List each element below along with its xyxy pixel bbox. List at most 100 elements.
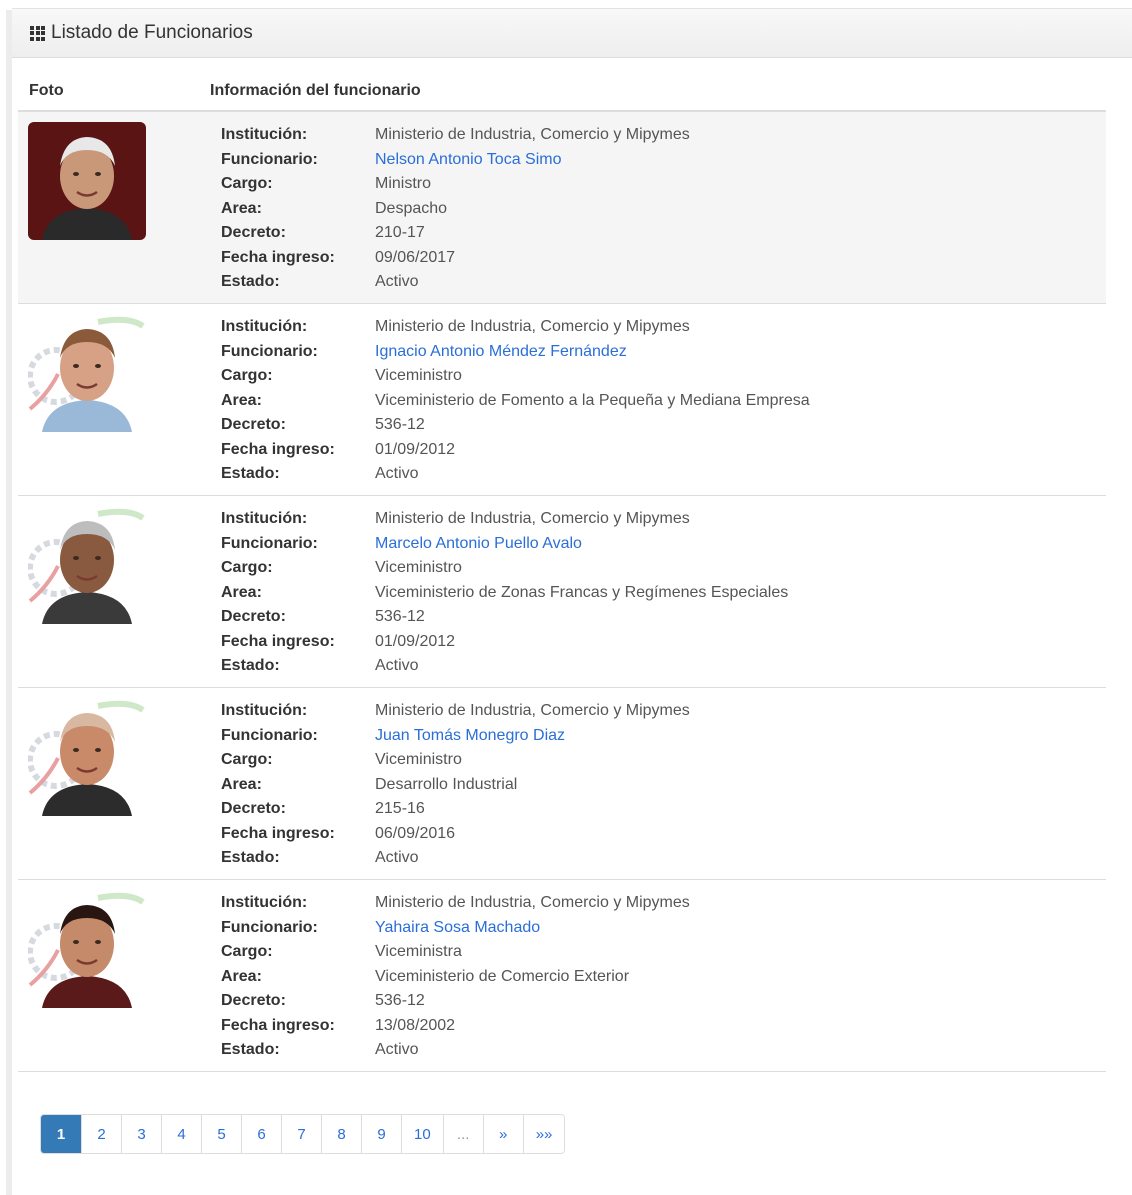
field-value: Viceministra [375, 943, 462, 961]
photo-cell [18, 496, 221, 687]
official-name-link[interactable]: Juan Tomás Monegro Diaz [375, 727, 565, 745]
field-area: Area: Viceministerio de Fomento a la Pequ… [221, 389, 810, 414]
field-estado: Estado: Activo [221, 270, 690, 295]
official-name-link[interactable]: Ignacio Antonio Méndez Fernández [375, 343, 627, 361]
table-row: Institución: Ministerio de Industria, Com… [18, 304, 1106, 496]
field-label: Estado: [221, 1041, 280, 1059]
field-fecha: Fecha ingreso: 06/09/2016 [221, 822, 690, 847]
field-label: Institución: [221, 318, 308, 336]
official-photo [28, 890, 146, 1008]
page-1-button[interactable]: 1 [41, 1115, 81, 1153]
field-institucion: Institución: Ministerio de Industria, Com… [221, 315, 810, 340]
page-5-button[interactable]: 5 [201, 1115, 241, 1153]
field-label: Area: [221, 391, 262, 409]
field-funcionario: Funcionario: Yahaira Sosa Machado [221, 916, 690, 941]
page-6-button[interactable]: 6 [241, 1115, 281, 1153]
official-photo [28, 314, 146, 432]
page-9-button[interactable]: 9 [361, 1115, 401, 1153]
field-value: Activo [375, 1041, 419, 1059]
field-value: Activo [375, 465, 419, 483]
field-value: Ministerio de Industria, Comercio y Mipy… [375, 894, 690, 912]
panel-heading: Listado de Funcionarios [12, 9, 1132, 58]
grid-icon [30, 25, 45, 41]
official-photo [28, 122, 146, 240]
field-label: Decreto: [221, 800, 286, 818]
field-decreto: Decreto: 536-12 [221, 605, 788, 630]
field-cargo: Cargo: Viceministro [221, 556, 788, 581]
official-name-link[interactable]: Yahaira Sosa Machado [375, 919, 540, 937]
field-value: Ministerio de Industria, Comercio y Mipy… [375, 510, 690, 528]
official-photo [28, 506, 146, 624]
field-label: Funcionario: [221, 726, 318, 744]
field-label: Cargo: [221, 751, 273, 769]
field-label: Fecha ingreso: [221, 1016, 335, 1034]
page-10-button[interactable]: 10 [401, 1115, 443, 1153]
field-label: Funcionario: [221, 918, 318, 936]
field-label: Fecha ingreso: [221, 824, 335, 842]
field-value: Viceministro [375, 559, 462, 577]
field-value: Activo [375, 657, 419, 675]
field-label: Cargo: [221, 367, 273, 385]
header-info: Información del funcionario [210, 82, 421, 99]
table-row: Institución: Ministerio de Industria, Com… [18, 880, 1106, 1072]
field-label: Fecha ingreso: [221, 440, 335, 458]
photo-cell [18, 304, 221, 495]
field-label: Area: [221, 199, 262, 217]
last-page-button[interactable]: »» [522, 1115, 565, 1153]
field-label: Estado: [221, 657, 280, 675]
info-cell: Institución: Ministerio de Industria, Com… [221, 496, 788, 687]
photo-cell [18, 112, 221, 303]
page-3-button[interactable]: 3 [121, 1115, 161, 1153]
field-label: Area: [221, 583, 262, 601]
field-value: Ministro [375, 175, 432, 193]
official-name-link[interactable]: Nelson Antonio Toca Simo [375, 151, 561, 169]
field-label: Decreto: [221, 992, 286, 1010]
field-cargo: Cargo: Viceministro [221, 748, 690, 773]
field-cargo: Cargo: Ministro [221, 172, 690, 197]
field-value: Viceministerio de Zonas Francas y Regíme… [375, 583, 789, 601]
field-decreto: Decreto: 536-12 [221, 989, 690, 1014]
field-funcionario: Funcionario: Marcelo Antonio Puello Avalo [221, 532, 788, 557]
field-institucion: Institución: Ministerio de Industria, Com… [221, 891, 690, 916]
field-label: Funcionario: [221, 150, 318, 168]
field-value: 13/08/2002 [375, 1016, 456, 1034]
field-value: 210-17 [375, 224, 425, 242]
next-page-button[interactable]: » [482, 1115, 523, 1153]
page-8-button[interactable]: 8 [321, 1115, 361, 1153]
info-cell: Institución: Ministerio de Industria, Com… [221, 688, 690, 879]
field-funcionario: Funcionario: Ignacio Antonio Méndez Ferná… [221, 340, 810, 365]
official-name-link[interactable]: Marcelo Antonio Puello Avalo [375, 535, 582, 553]
field-area: Area: Viceministerio de Comercio Exterior [221, 965, 690, 990]
field-value: 06/09/2016 [375, 824, 456, 842]
field-decreto: Decreto: 210-17 [221, 221, 690, 246]
field-label: Decreto: [221, 608, 286, 626]
field-cargo: Cargo: Viceministro [221, 364, 810, 389]
field-cargo: Cargo: Viceministra [221, 940, 690, 965]
field-value: Viceministro [375, 367, 462, 385]
page-2-button[interactable]: 2 [81, 1115, 121, 1153]
field-label: Funcionario: [221, 342, 318, 360]
page-ellipsis: ... [442, 1115, 483, 1153]
field-label: Cargo: [221, 175, 273, 193]
field-funcionario: Funcionario: Juan Tomás Monegro Diaz [221, 724, 690, 749]
field-fecha: Fecha ingreso: 13/08/2002 [221, 1014, 690, 1039]
field-fecha: Fecha ingreso: 01/09/2012 [221, 630, 788, 655]
field-value: 215-16 [375, 800, 425, 818]
official-photo [28, 698, 146, 816]
field-value: Viceministro [375, 751, 462, 769]
field-value: 09/06/2017 [375, 248, 456, 266]
field-decreto: Decreto: 536-12 [221, 413, 810, 438]
field-value: Activo [375, 273, 419, 291]
field-label: Cargo: [221, 559, 273, 577]
page-4-button[interactable]: 4 [161, 1115, 201, 1153]
field-label: Fecha ingreso: [221, 632, 335, 650]
field-label: Institución: [221, 510, 308, 528]
field-label: Estado: [221, 465, 280, 483]
field-label: Institución: [221, 702, 308, 720]
field-value: Activo [375, 849, 419, 867]
photo-cell [18, 880, 221, 1071]
field-value: Ministerio de Industria, Comercio y Mipy… [375, 126, 690, 144]
photo-cell [18, 688, 221, 879]
field-fecha: Fecha ingreso: 01/09/2012 [221, 438, 810, 463]
page-7-button[interactable]: 7 [281, 1115, 321, 1153]
